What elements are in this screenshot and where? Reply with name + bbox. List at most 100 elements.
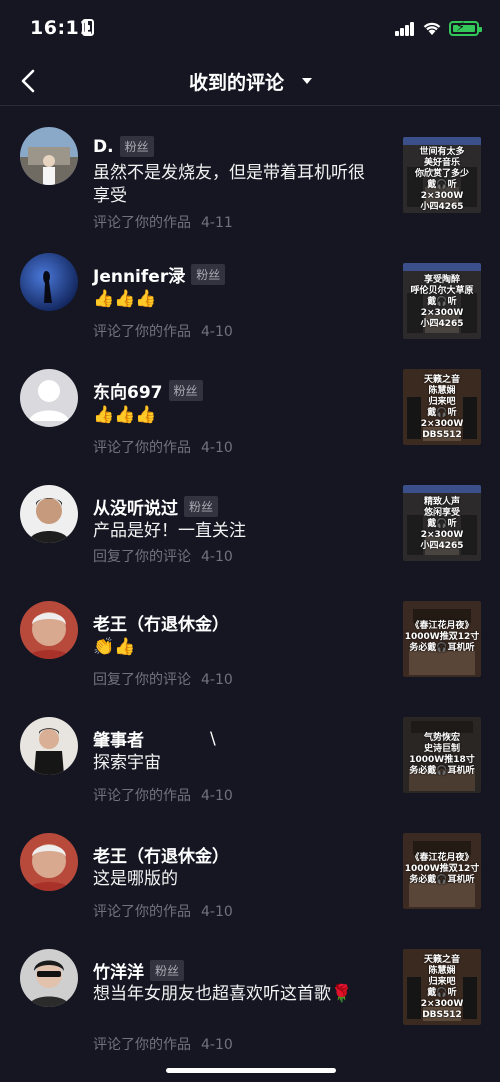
thumbnail-caption-line: 小四4265 bbox=[420, 202, 464, 212]
comment-text: 👍👍👍 bbox=[93, 289, 157, 309]
thumbnail-caption-line: 陈慧娴 bbox=[428, 386, 456, 396]
comment-item[interactable]: 老王（冇退休金） 👏👍 回复了你的评论 4-10 《春江花月夜》 1000W推双1… bbox=[0, 591, 500, 707]
comment-meta: 评论了你的作品 4-10 bbox=[93, 321, 233, 341]
avatar[interactable] bbox=[20, 485, 78, 543]
comment-text: 👍👍👍 bbox=[93, 405, 157, 425]
comment-item[interactable]: 竹洋洋 粉丝 想当年女朋友也超喜欢听这首歌🌹 评论了你的作品 4-10 天籁之音 … bbox=[0, 939, 500, 1055]
username[interactable]: 老王（冇退休金） bbox=[93, 610, 229, 635]
fan-badge: 粉丝 bbox=[168, 380, 203, 401]
avatar[interactable] bbox=[20, 601, 78, 659]
username[interactable]: 肇事者 bbox=[93, 726, 144, 751]
caret-down-icon[interactable] bbox=[301, 76, 313, 86]
comment-item[interactable]: Jennifer渌 粉丝 👍👍👍 评论了你的作品 4-10 享受陶醉 呼伦贝尔大草… bbox=[0, 243, 500, 359]
thumbnail-caption-line: 气势恢宏 bbox=[423, 733, 460, 743]
comment-meta: 评论了你的作品 4-10 bbox=[93, 901, 233, 921]
thumbnail-caption-line: 天籁之音 bbox=[423, 375, 460, 385]
thumbnail-caption-line: DBS512 bbox=[422, 1010, 462, 1020]
video-thumbnail[interactable]: 气势恢宏 史诗巨制 1000W推18寸 务必戴🎧耳机听 bbox=[403, 717, 481, 793]
back-button[interactable] bbox=[12, 64, 46, 98]
comment-item[interactable]: 肇事者 \ 探索宇宙 评论了你的作品 4-10 气势恢宏 史诗巨制 1000W推1… bbox=[0, 707, 500, 823]
thumbnail-caption-line: DBS512 bbox=[422, 430, 462, 440]
thumbnail-caption-line: 天籁之音 bbox=[423, 955, 460, 965]
thumbnail-caption-line: 戴🎧听 bbox=[427, 180, 457, 190]
home-indicator[interactable] bbox=[166, 1068, 336, 1073]
comment-meta: 评论了你的作品 4-10 bbox=[93, 437, 233, 457]
video-thumbnail[interactable]: 精致人声 悠闲享受 戴🎧听 2×300W 小四4265 bbox=[403, 485, 481, 561]
thumbnail-caption-line: 《春江花月夜》 bbox=[410, 621, 474, 631]
comment-meta: 评论了你的作品 4-10 bbox=[93, 785, 233, 805]
page-title[interactable]: 收到的评论 bbox=[189, 68, 284, 95]
thumbnail-caption-line: 1000W推双12寸 bbox=[404, 632, 480, 642]
comment-date: 4-10 bbox=[201, 549, 233, 565]
thumbnail-caption-line: 小四4265 bbox=[420, 541, 464, 551]
thumbnail-caption-line: 美好音乐 bbox=[423, 158, 460, 168]
comment-action: 评论了你的作品 bbox=[93, 440, 191, 456]
username-extra: \ bbox=[210, 728, 216, 749]
username[interactable]: D. bbox=[93, 137, 114, 157]
username[interactable]: 老王（冇退休金） bbox=[93, 842, 229, 867]
video-thumbnail[interactable]: 《春江花月夜》 1000W推双12寸 务必戴🎧耳机听 bbox=[403, 601, 481, 677]
thumbnail-caption-line: 史诗巨制 bbox=[423, 744, 460, 754]
comment-date: 4-10 bbox=[201, 440, 233, 456]
portrait-lock-icon bbox=[82, 19, 94, 36]
thumbnail-caption-line: 务必戴🎧耳机听 bbox=[409, 766, 475, 776]
avatar[interactable] bbox=[20, 369, 78, 427]
thumbnail-caption-line: 《春江花月夜》 bbox=[410, 853, 474, 863]
thumbnail-caption-line: 2×300W bbox=[420, 308, 464, 318]
thumbnail-caption-line: 归来吧 bbox=[428, 397, 456, 407]
comment-action: 评论了你的作品 bbox=[93, 904, 191, 920]
comment-item[interactable]: 东向697 粉丝 👍👍👍 评论了你的作品 4-10 天籁之音 陈慧娴 归来吧 戴🎧… bbox=[0, 359, 500, 475]
comment-item[interactable]: D. 粉丝 虽然不是发烧友，但是带着耳机听很享受 评论了你的作品 4-11 世间有… bbox=[0, 117, 500, 233]
comment-action: 回复了你的评论 bbox=[93, 549, 191, 565]
chevron-left-icon bbox=[21, 69, 35, 93]
thumbnail-caption-line: 2×300W bbox=[420, 191, 464, 201]
thumbnail-caption-line: 悠闲享受 bbox=[423, 508, 460, 518]
comment-action: 评论了你的作品 bbox=[93, 788, 191, 804]
thumbnail-caption-line: 归来吧 bbox=[428, 977, 456, 987]
video-thumbnail[interactable]: 《春江花月夜》 1000W推双12寸 务必戴🎧耳机听 bbox=[403, 833, 481, 909]
thumbnail-caption-line: 务必戴🎧耳机听 bbox=[409, 643, 475, 653]
thumbnail-caption-line: 务必戴🎧耳机听 bbox=[409, 875, 475, 885]
thumbnail-caption-line: 戴🎧听 bbox=[427, 297, 457, 307]
cellular-signal-icon bbox=[395, 22, 415, 36]
comment-text: 👏👍 bbox=[93, 637, 136, 657]
comment-meta: 评论了你的作品 4-11 bbox=[93, 212, 233, 232]
username[interactable]: 竹洋洋 bbox=[93, 958, 144, 983]
avatar[interactable] bbox=[20, 949, 78, 1007]
comment-text: 虽然不是发烧友，但是带着耳机听很享受 bbox=[93, 163, 365, 206]
comment-item[interactable]: 从没听说过 粉丝 产品是好！一直关注 回复了你的评论 4-10 精致人声 悠闲享受… bbox=[0, 475, 500, 591]
fan-badge: 粉丝 bbox=[150, 960, 185, 981]
thumbnail-caption-line: 精致人声 bbox=[423, 497, 460, 507]
username[interactable]: 东向697 bbox=[93, 378, 163, 403]
thumbnail-caption-line: 享受陶醉 bbox=[423, 275, 460, 285]
comment-meta: 回复了你的评论 4-10 bbox=[93, 546, 233, 566]
video-thumbnail[interactable]: 天籁之音 陈慧娴 归来吧 戴🎧听 2×300W DBS512 bbox=[403, 369, 481, 445]
comment-text: 这是哪版的 bbox=[93, 869, 178, 889]
video-thumbnail[interactable]: 天籁之音 陈慧娴 归来吧 戴🎧听 2×300W DBS512 bbox=[403, 949, 481, 1025]
thumbnail-caption-line: 戴🎧听 bbox=[427, 408, 457, 418]
thumbnail-caption-line: 2×300W bbox=[420, 419, 464, 429]
video-thumbnail[interactable]: 世间有太多 美好音乐 你欣赏了多少 戴🎧听 2×300W 小四4265 bbox=[403, 137, 481, 213]
avatar[interactable] bbox=[20, 127, 78, 185]
comment-date: 4-10 bbox=[201, 1037, 233, 1053]
username[interactable]: Jennifer渌 bbox=[93, 262, 185, 287]
thumbnail-caption-line: 你欣赏了多少 bbox=[414, 169, 469, 179]
comment-action: 评论了你的作品 bbox=[93, 1037, 191, 1053]
video-thumbnail[interactable]: 享受陶醉 呼伦贝尔大草原 戴🎧听 2×300W 小四4265 bbox=[403, 263, 481, 339]
comment-action: 回复了你的评论 bbox=[93, 672, 191, 688]
thumbnail-caption-line: 陈慧娴 bbox=[428, 966, 456, 976]
thumbnail-caption-line: 世间有太多 bbox=[419, 147, 465, 157]
avatar[interactable] bbox=[20, 717, 78, 775]
comment-meta: 回复了你的评论 4-10 bbox=[93, 669, 233, 689]
avatar[interactable] bbox=[20, 253, 78, 311]
username[interactable]: 从没听说过 bbox=[93, 494, 178, 519]
comment-date: 4-11 bbox=[201, 215, 233, 231]
fan-badge: 粉丝 bbox=[191, 264, 226, 285]
screen: 16:11 ⚡ 收到的评论 D. 粉丝 虽然不是发烧友，但是带着耳机听很享受 评… bbox=[0, 0, 500, 1082]
avatar[interactable] bbox=[20, 833, 78, 891]
thumbnail-caption-line: 1000W推双12寸 bbox=[404, 864, 480, 874]
thumbnail-caption-line: 小四4265 bbox=[420, 319, 464, 329]
comment-item[interactable]: 老王（冇退休金） 这是哪版的 评论了你的作品 4-10 《春江花月夜》 1000W… bbox=[0, 823, 500, 939]
status-bar: 16:11 ⚡ bbox=[0, 0, 500, 56]
comment-date: 4-10 bbox=[201, 904, 233, 920]
